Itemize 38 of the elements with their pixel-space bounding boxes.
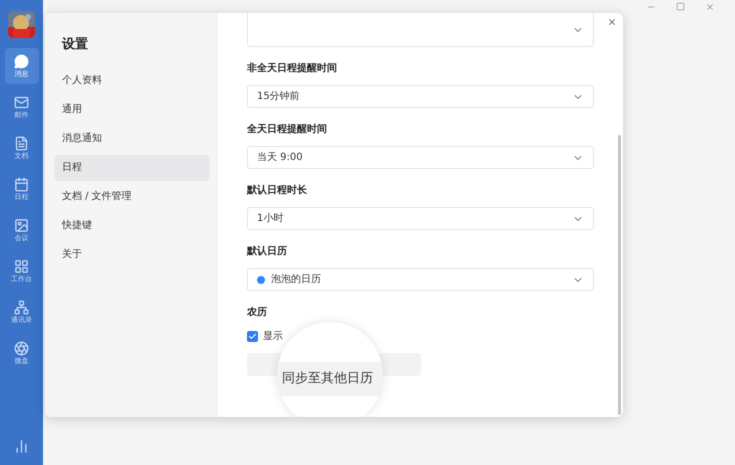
settings-nav-item[interactable]: 关于 (54, 242, 210, 268)
bar-chart-icon[interactable] (14, 439, 29, 454)
close-icon[interactable] (607, 17, 617, 27)
magnified-text: 同步至其他日历 (282, 370, 373, 388)
settings-nav-item[interactable]: 文档 / 文件管理 (54, 184, 210, 210)
checkbox[interactable] (247, 330, 258, 342)
grid-icon (14, 258, 29, 274)
dropdown-field[interactable] (247, 13, 594, 47)
document-icon (14, 136, 29, 150)
settings-nav-item[interactable]: 个人资料 (54, 68, 210, 94)
maximize-icon[interactable] (676, 2, 685, 11)
section-label: 默认日历 (247, 245, 288, 259)
image-icon (14, 218, 29, 232)
settings-nav-item[interactable]: 通用 (54, 96, 210, 122)
section-label: 默认日程时长 (247, 184, 308, 198)
section-label: 全天日程提醒时间 (247, 123, 328, 137)
dropdown-value: 15分钟前 (257, 90, 301, 104)
section-label: 非全天日程提醒时间 (247, 62, 338, 76)
settings-nav-item[interactable]: 快捷键 (54, 212, 210, 238)
dropdown-value: 当天 9:00 (257, 150, 304, 165)
dropdown-field[interactable]: 泡泡的日历 (247, 268, 594, 291)
dropdown-value: 1小时 (257, 212, 284, 226)
dropdown-value: 泡泡的日历 (271, 273, 322, 287)
dropdown-field[interactable]: 当天 9:00 (247, 146, 594, 169)
network-icon (14, 300, 29, 314)
settings-title: 设置 (60, 36, 89, 54)
dropdown-field[interactable]: 1小时 (247, 207, 594, 230)
check-icon (248, 332, 257, 340)
section-label: 农历 (247, 306, 268, 320)
aperture-icon (14, 340, 29, 356)
scrollbar-thumb[interactable] (618, 135, 621, 415)
calendar-icon (14, 176, 29, 192)
checkbox-label: 显示 (263, 330, 283, 344)
envelope-icon (14, 94, 29, 110)
chat-bubble-icon (14, 54, 29, 68)
settings-nav-item[interactable]: 消息通知 (54, 126, 210, 152)
dropdown-field[interactable]: 15分钟前 (247, 85, 594, 108)
settings-nav-item[interactable]: 日程 (54, 154, 210, 180)
